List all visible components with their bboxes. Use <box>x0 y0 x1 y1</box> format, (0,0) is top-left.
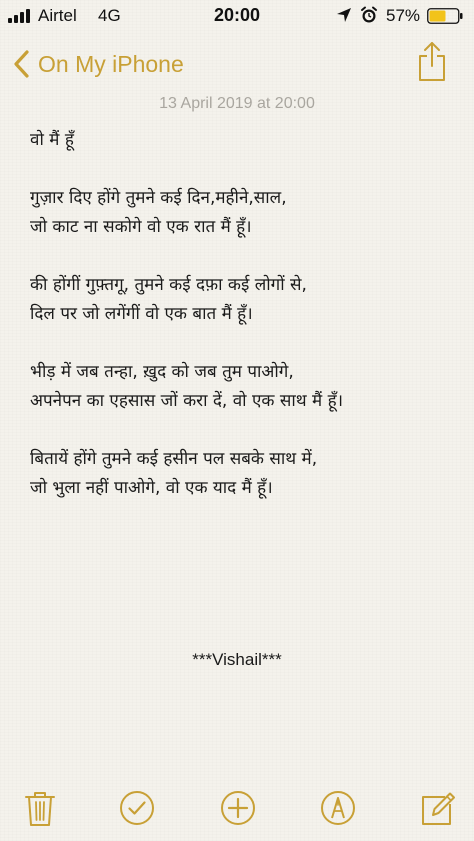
navigation-bar: On My iPhone <box>0 38 474 88</box>
bottom-toolbar <box>0 783 474 833</box>
trash-icon[interactable] <box>20 788 60 828</box>
stanza-3: भीड़ में जब तन्हा, ख़ुद को जब तुम पाओगे,… <box>30 358 450 416</box>
stanza-1: गुज़ार दिए होंगे तुमने कई दिन,महीने,साल,… <box>30 184 450 242</box>
note-title-line: वो मैं हूँ <box>30 130 74 150</box>
note-line: अपनेपन का एहसास जों करा दें, वो एक साथ म… <box>30 391 344 411</box>
status-bar: Airtel 4G 20:00 57% <box>0 0 474 32</box>
note-line: जो भुला नहीं पाओगे, वो एक याद मैं हूँ। <box>30 478 273 498</box>
note-date: 13 April 2019 at 20:00 <box>159 95 315 112</box>
back-button-label: On My iPhone <box>38 50 184 77</box>
battery-icon <box>427 8 463 24</box>
location-icon <box>337 8 351 22</box>
add-icon[interactable] <box>218 788 258 828</box>
note-line: गुज़ार दिए होंगे तुमने कई दिन,महीने,साल, <box>30 188 287 208</box>
compose-icon[interactable] <box>417 788 457 828</box>
note-line: दिल पर जो लगेंगीं वो एक बात मैं हूँ। <box>30 304 253 324</box>
stanza-4: बितायें होंगे तुमने कई हसीन पल सबके साथ … <box>30 445 450 503</box>
note-line: भीड़ में जब तन्हा, ख़ुद को जब तुम पाओगे, <box>30 362 294 382</box>
back-button[interactable]: On My iPhone <box>12 44 184 84</box>
note-signature: ***Vishail*** <box>192 650 282 669</box>
note-body[interactable]: वो मैं हूँ गुज़ार दिए होंगे तुमने कई दिन… <box>30 126 450 503</box>
alarm-icon <box>361 6 377 23</box>
note-line: बितायें होंगे तुमने कई हसीन पल सबके साथ … <box>30 449 318 469</box>
note-line: जो काट ना सकोगे वो एक रात मैं हूँ। <box>30 217 252 237</box>
stanza-2: की होंगीं गुफ़्तगू, तुमने कई दफ़ा कई लोग… <box>30 271 450 329</box>
share-icon[interactable] <box>417 40 447 82</box>
chevron-left-icon <box>14 50 29 78</box>
markup-icon[interactable] <box>318 788 358 828</box>
battery-percent: 57% <box>386 6 421 25</box>
checklist-icon[interactable] <box>117 788 157 828</box>
note-line: की होंगीं गुफ़्तगू, तुमने कई दफ़ा कई लोग… <box>30 275 307 295</box>
